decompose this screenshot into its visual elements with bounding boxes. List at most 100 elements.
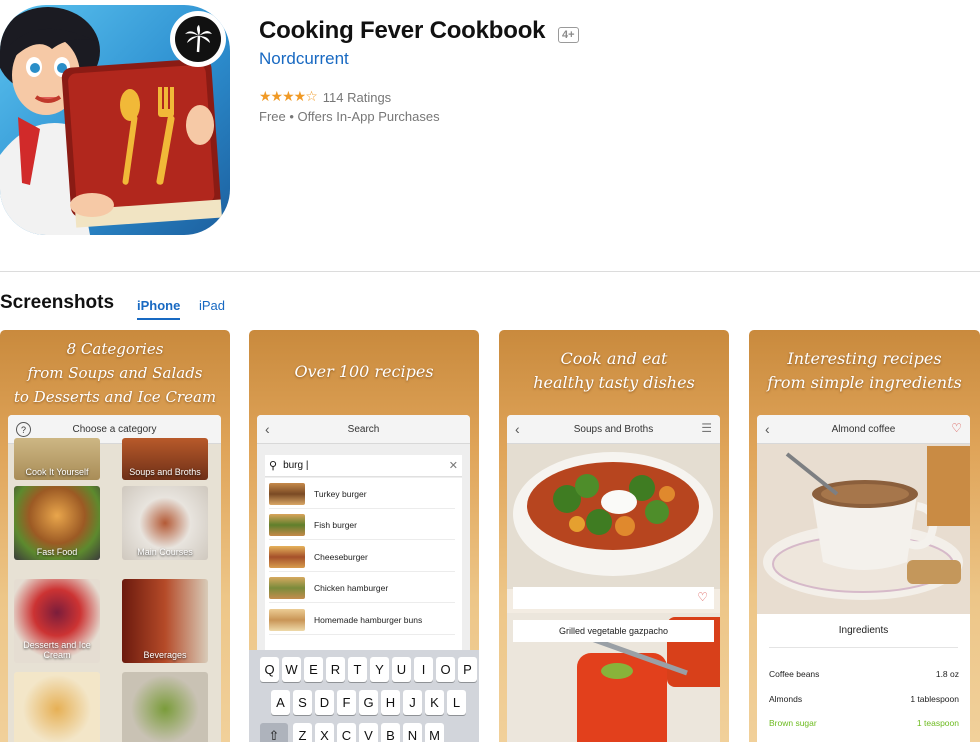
help-icon: ?: [16, 422, 31, 437]
result-thumbnail: [269, 608, 305, 631]
back-chevron-icon[interactable]: ‹: [265, 421, 270, 437]
category-tile[interactable]: Fast Food: [14, 486, 100, 560]
key[interactable]: G: [359, 690, 378, 715]
screenshot-3[interactable]: Cook and eat healthy tasty dishes ‹ Soup…: [499, 330, 729, 742]
key[interactable]: N: [403, 723, 422, 742]
list-item[interactable]: Turkey burger: [269, 479, 455, 509]
key[interactable]: A: [271, 690, 290, 715]
key[interactable]: K: [425, 690, 444, 715]
result-label: Homemade hamburger buns: [314, 614, 423, 625]
shift-key[interactable]: ⇧: [260, 723, 288, 742]
screenshot-4[interactable]: Interesting recipes from simple ingredie…: [749, 330, 980, 742]
category-tile[interactable]: [14, 672, 100, 742]
key[interactable]: M: [425, 723, 444, 742]
category-label: Desserts and Ice Cream: [23, 640, 91, 660]
key[interactable]: X: [315, 723, 334, 742]
key[interactable]: F: [337, 690, 356, 715]
divider: [0, 271, 980, 272]
key[interactable]: Y: [370, 657, 389, 682]
key[interactable]: C: [337, 723, 356, 742]
caption-line: from simple ingredients: [767, 373, 962, 392]
rating-row: ★★★★☆ 114 Ratings: [259, 89, 391, 105]
screenshots-heading: Screenshots: [0, 292, 115, 313]
screenshot-caption: Cook and eat healthy tasty dishes: [499, 347, 729, 395]
result-label: Chicken hamburger: [314, 582, 389, 593]
key[interactable]: D: [315, 690, 334, 715]
screenshot-caption: 8 Categories from Soups and Salads to De…: [0, 337, 230, 409]
search-icon: ⚲: [269, 459, 278, 472]
palm-logo-badge: [170, 11, 226, 67]
key[interactable]: E: [304, 657, 323, 682]
nav-bar: ‹ Soups and Broths ☰: [507, 415, 720, 444]
clear-icon[interactable]: ✕: [449, 459, 458, 472]
list-item[interactable]: Chicken hamburger: [269, 573, 455, 603]
back-chevron-icon[interactable]: ‹: [515, 421, 520, 437]
ingredient-name: Brown sugar: [769, 718, 817, 728]
ratings-count: 114 Ratings: [322, 89, 392, 105]
category-label: Cook It Yourself: [25, 467, 89, 477]
category-tile[interactable]: Cook It Yourself: [14, 438, 100, 480]
soup-photo: [507, 444, 720, 589]
key[interactable]: B: [381, 723, 400, 742]
category-tile[interactable]: [122, 672, 208, 742]
star-rating: ★★★★☆: [259, 89, 318, 105]
result-thumbnail: [269, 545, 305, 568]
developer-link[interactable]: Nordcurrent: [259, 49, 349, 69]
category-grid: Cook It Yourself Soups and Broths Fast F…: [8, 438, 221, 742]
favorite-heart-icon[interactable]: ♡: [951, 421, 962, 435]
divider: [769, 647, 958, 648]
recipe-title[interactable]: Grilled vegetable gazpacho: [513, 620, 714, 642]
keyboard: Q W E R T Y U I O P A S D F G H J K L ⇧ …: [249, 650, 479, 742]
key[interactable]: H: [381, 690, 400, 715]
ingredient-amount: 1 teaspoon: [916, 718, 959, 728]
result-label: Fish burger: [314, 519, 357, 530]
nav-title: Search: [347, 423, 380, 435]
tab-iphone[interactable]: iPhone: [137, 298, 181, 320]
caption-line: Interesting recipes: [787, 349, 942, 368]
list-item[interactable]: Fish burger: [269, 510, 455, 540]
ingredient-row: Almonds 1 tablespoon: [769, 694, 959, 704]
screenshot-1[interactable]: 8 Categories from Soups and Salads to De…: [0, 330, 230, 742]
key[interactable]: Q: [260, 657, 279, 682]
category-tile[interactable]: Main Courses: [122, 486, 208, 560]
result-thumbnail: [269, 576, 305, 599]
key[interactable]: O: [436, 657, 455, 682]
key[interactable]: I: [414, 657, 433, 682]
category-tile[interactable]: Soups and Broths: [122, 438, 208, 480]
key[interactable]: R: [326, 657, 345, 682]
category-tile[interactable]: Beverages: [122, 579, 208, 663]
list-item[interactable]: Cheeseburger: [269, 542, 455, 572]
caption-line: 8 Categories: [66, 340, 164, 358]
list-icon[interactable]: ☰: [701, 421, 712, 435]
phone-screen: ‹ Almond coffee ♡ Ingredients Coffee bea…: [757, 415, 970, 742]
search-query: burg |: [283, 460, 309, 471]
caption-line: healthy tasty dishes: [533, 373, 695, 392]
price-info: Free • Offers In-App Purchases: [259, 109, 440, 124]
nav-title: Soups and Broths: [573, 423, 654, 435]
caption-line: Cook and eat: [560, 349, 668, 368]
key[interactable]: V: [359, 723, 378, 742]
category-label: Soups and Broths: [129, 467, 201, 477]
key[interactable]: W: [282, 657, 301, 682]
key[interactable]: L: [447, 690, 466, 715]
key[interactable]: Z: [293, 723, 312, 742]
back-chevron-icon[interactable]: ‹: [765, 421, 770, 437]
key[interactable]: S: [293, 690, 312, 715]
ingredient-amount: 1 tablespoon: [910, 694, 959, 704]
key[interactable]: J: [403, 690, 422, 715]
category-tile[interactable]: Desserts and Ice Cream: [14, 579, 100, 663]
key[interactable]: P: [458, 657, 477, 682]
recipe-card: ♡: [513, 587, 714, 609]
favorite-heart-icon[interactable]: ♡: [697, 590, 708, 604]
tab-ipad[interactable]: iPad: [199, 298, 225, 313]
list-item[interactable]: Homemade hamburger buns: [269, 605, 455, 635]
result-thumbnail: [269, 513, 305, 536]
key[interactable]: T: [348, 657, 367, 682]
caption-line: to Desserts and Ice Cream: [13, 388, 217, 406]
ingredients-title: Ingredients: [838, 625, 889, 636]
nav-title: Choose a category: [72, 423, 157, 435]
key[interactable]: U: [392, 657, 411, 682]
app-icon: [0, 5, 230, 235]
search-input[interactable]: ⚲ burg | ✕: [265, 455, 462, 477]
screenshot-2[interactable]: Over 100 recipes ‹ Search ⚲ burg | ✕ Tur…: [249, 330, 479, 742]
